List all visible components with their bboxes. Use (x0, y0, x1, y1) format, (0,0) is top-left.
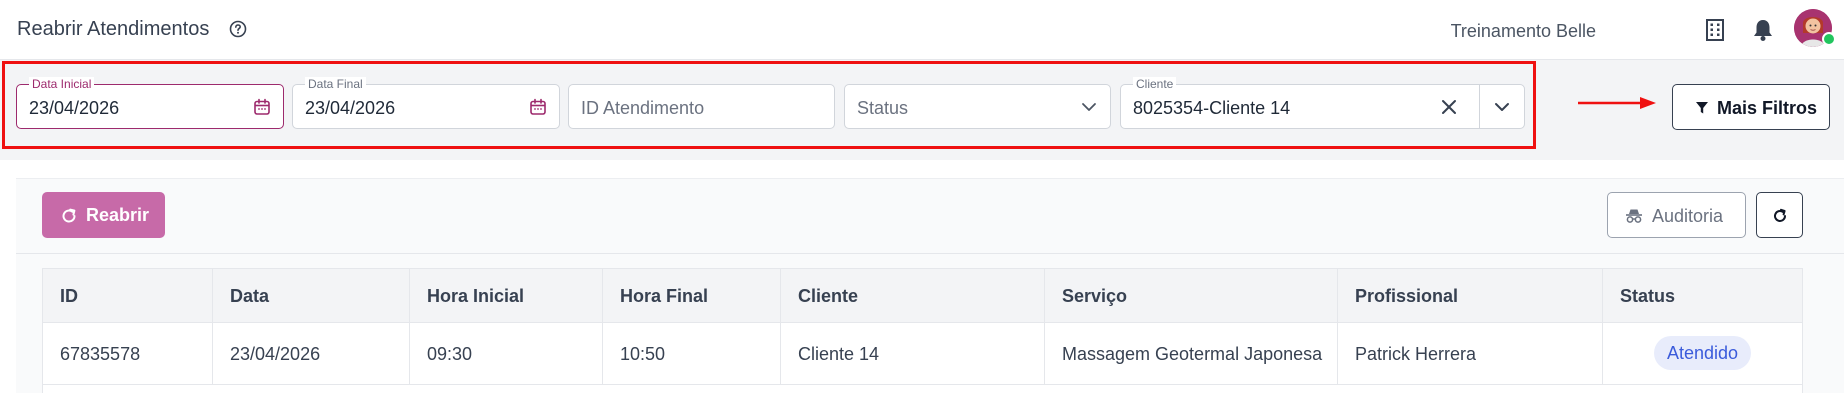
incognito-icon (1626, 209, 1642, 223)
column-header-client[interactable]: Cliente (781, 269, 1045, 322)
page: Reabrir Atendimentos Treinamento Belle D… (0, 0, 1844, 393)
cell-start-time: 09:30 (410, 323, 603, 384)
filter-icon (1696, 102, 1708, 114)
audit-label: Auditoria (1652, 206, 1724, 226)
column-header-professional[interactable]: Profissional (1338, 269, 1603, 322)
help-icon[interactable] (229, 20, 247, 38)
cell-professional: Patrick Herrera (1338, 323, 1603, 384)
column-header-service[interactable]: Serviço (1045, 269, 1338, 322)
column-header-id[interactable]: ID (43, 269, 213, 322)
column-header-status[interactable]: Status (1603, 269, 1802, 322)
refresh-button[interactable] (1756, 192, 1803, 238)
bell-icon[interactable] (1752, 18, 1774, 42)
more-filters-label: Mais Filtros (1717, 98, 1818, 118)
cell-service: Massagem Geotermal Japonesa (1045, 323, 1338, 384)
cell-date: 23/04/2026 (213, 323, 410, 384)
online-status-dot (1822, 32, 1836, 46)
reopen-label: Reabrir (86, 205, 150, 225)
card-divider (16, 253, 1844, 254)
top-bar: Reabrir Atendimentos Treinamento Belle (0, 0, 1844, 60)
table-header: ID Data Hora Inicial Hora Final Cliente … (43, 269, 1802, 323)
column-header-start-time[interactable]: Hora Inicial (410, 269, 603, 322)
building-icon[interactable] (1706, 19, 1724, 41)
cell-end-time: 10:50 (603, 323, 781, 384)
attendance-table: ID Data Hora Inicial Hora Final Cliente … (42, 268, 1803, 393)
cell-client: Cliente 14 (781, 323, 1045, 384)
cell-id: 67835578 (43, 323, 213, 384)
refresh-icon (62, 208, 76, 223)
audit-button[interactable]: Auditoria (1607, 192, 1746, 238)
refresh-icon (1774, 208, 1786, 222)
status-badge: Atendido (1654, 336, 1752, 370)
user-name[interactable]: Treinamento Belle (1451, 19, 1596, 43)
filter-highlight-box (2, 61, 1536, 149)
table-row[interactable]: 67835578 23/04/2026 09:30 10:50 Cliente … (43, 323, 1802, 385)
page-title: Reabrir Atendimentos (17, 18, 210, 40)
cell-status: Atendido (1603, 323, 1802, 384)
more-filters-button[interactable]: Mais Filtros (1672, 84, 1830, 130)
column-header-end-time[interactable]: Hora Final (603, 269, 781, 322)
reopen-button[interactable]: Reabrir (42, 192, 165, 238)
arrow-right-annotation (1578, 97, 1656, 109)
column-header-date[interactable]: Data (213, 269, 410, 322)
